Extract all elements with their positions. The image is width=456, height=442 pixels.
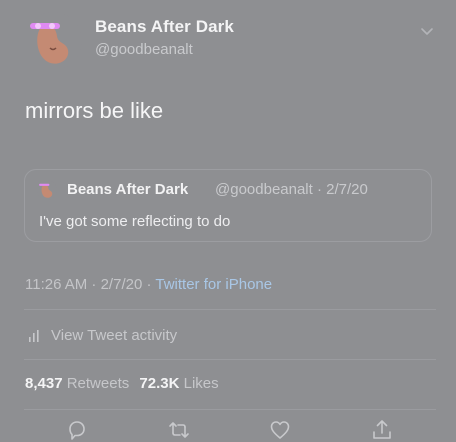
source-link[interactable]: Twitter for iPhone — [155, 276, 272, 293]
bean-avatar-icon — [37, 180, 57, 200]
tweet-text: mirrors be like — [25, 98, 164, 123]
divider — [24, 309, 436, 310]
retweet-icon[interactable] — [168, 419, 190, 441]
author-handle[interactable]: @goodbeanalt — [95, 41, 193, 58]
divider — [24, 359, 436, 360]
reply-icon[interactable] — [66, 419, 88, 441]
divider — [24, 409, 436, 410]
likes-label[interactable]: Likes — [184, 375, 219, 392]
quoted-meta: @goodbeanalt · 2/7/20 — [215, 181, 368, 198]
retweets-count[interactable]: 8,437 — [25, 375, 63, 392]
author-display-name[interactable]: Beans After Dark — [95, 17, 234, 37]
chevron-down-icon[interactable] — [418, 22, 436, 40]
quoted-text: I've got some reflecting to do — [39, 213, 231, 230]
tweet-stats: 8,437 Retweets 72.3K Likes — [25, 375, 219, 392]
quoted-tweet[interactable]: Beans After Dark @goodbeanalt · 2/7/20 I… — [24, 169, 432, 242]
quoted-display-name: Beans After Dark — [67, 181, 189, 198]
view-activity-link[interactable]: View Tweet activity — [28, 327, 177, 344]
bean-avatar-icon — [30, 23, 69, 64]
retweets-label[interactable]: Retweets — [67, 375, 130, 392]
bar-chart-icon — [29, 329, 39, 342]
meta-separator: · — [142, 276, 156, 293]
timestamp: 11:26 AM · 2/7/20 — [25, 276, 143, 293]
avatar[interactable] — [24, 12, 82, 70]
share-icon[interactable] — [371, 419, 393, 441]
heart-icon[interactable] — [269, 419, 291, 441]
tweet-meta: 11:26 AM · 2/7/20 · Twitter for iPhone — [25, 276, 272, 293]
likes-count[interactable]: 72.3K — [139, 375, 179, 392]
quoted-avatar — [37, 180, 57, 200]
tweet-card: Beans After Dark @goodbeanalt mirrors be… — [0, 0, 456, 442]
activity-label: View Tweet activity — [51, 327, 178, 344]
